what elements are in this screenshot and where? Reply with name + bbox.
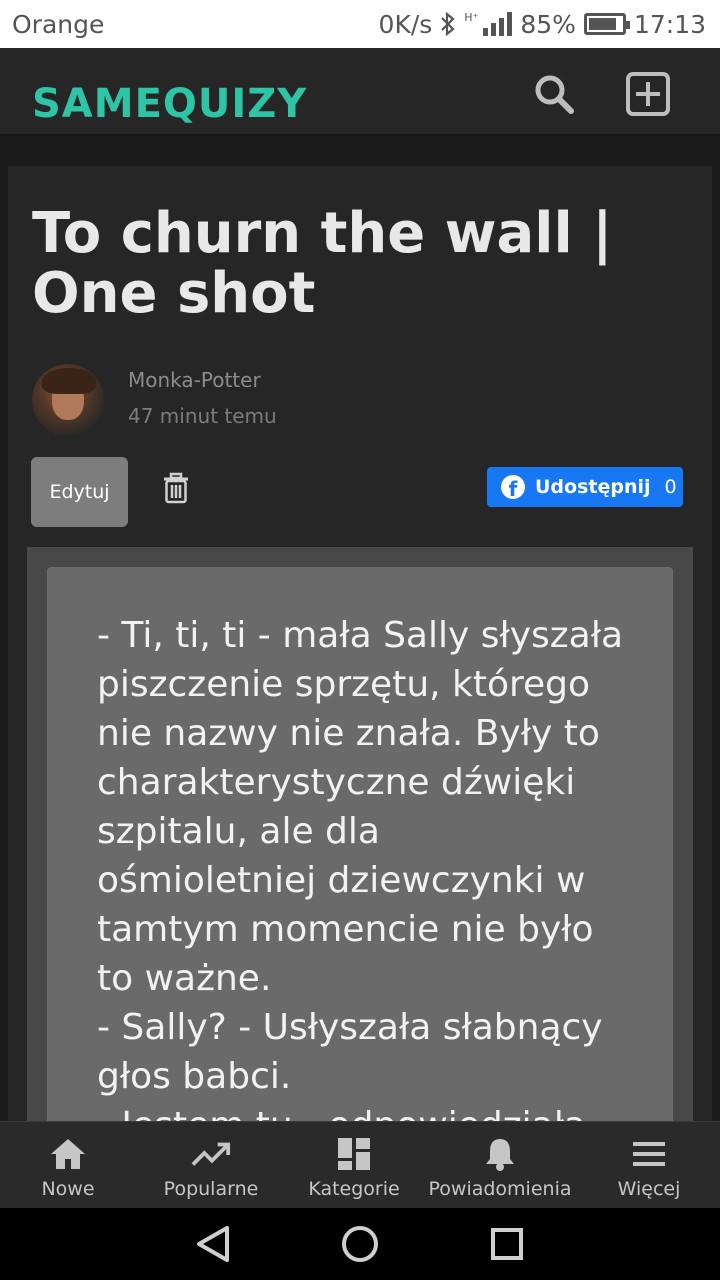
add-quiz-button[interactable] bbox=[624, 70, 672, 118]
nav-label-powiadomienia: Powiadomienia bbox=[428, 1178, 572, 1200]
post-time: 47 minut temu bbox=[128, 404, 277, 428]
post-card: To churn the wall | One shot Monka-Potte… bbox=[8, 166, 712, 1126]
system-nav-bar bbox=[0, 1208, 720, 1280]
story-box: - Ti, ti, ti - mała Sally słyszała piszc… bbox=[47, 567, 673, 1126]
back-button[interactable] bbox=[189, 1220, 237, 1268]
clock: 17:13 bbox=[633, 9, 706, 39]
post-title: To churn the wall | One shot bbox=[32, 201, 613, 326]
bluetooth-icon bbox=[441, 11, 455, 37]
bottom-nav: Nowe Popularne Kategorie Powiadomienia W… bbox=[0, 1121, 720, 1208]
story-container[interactable]: - Ti, ti, ti - mała Sally słyszała piszc… bbox=[27, 547, 693, 1126]
trending-icon bbox=[191, 1142, 231, 1166]
nav-item-popularne[interactable]: Popularne bbox=[136, 1122, 286, 1208]
home-circle-icon bbox=[341, 1226, 378, 1262]
nav-label-wiecej: Więcej bbox=[617, 1178, 681, 1200]
nav-label-kategorie: Kategorie bbox=[308, 1178, 400, 1200]
facebook-share-button[interactable]: f Udostępnij 0 bbox=[487, 467, 683, 507]
search-button[interactable] bbox=[530, 70, 578, 118]
recents-button[interactable] bbox=[483, 1220, 531, 1268]
search-icon bbox=[535, 75, 574, 114]
story-text: - Ti, ti, ti - mała Sally słyszała piszc… bbox=[97, 615, 624, 1126]
battery-icon bbox=[583, 13, 630, 35]
edit-button[interactable]: Edytuj bbox=[31, 457, 128, 527]
home-button[interactable] bbox=[336, 1220, 384, 1268]
home-icon bbox=[51, 1139, 85, 1169]
author-avatar[interactable] bbox=[32, 364, 104, 436]
nav-item-powiadomienia[interactable]: Powiadomienia bbox=[422, 1122, 578, 1208]
recents-icon bbox=[490, 1228, 523, 1260]
nav-item-nowe[interactable]: Nowe bbox=[0, 1122, 136, 1208]
author-name[interactable]: Monka-Potter bbox=[128, 368, 261, 392]
nav-item-wiecej[interactable]: Więcej bbox=[578, 1122, 720, 1208]
share-label: Udostępnij bbox=[535, 476, 651, 498]
facebook-icon: f bbox=[501, 475, 525, 499]
menu-icon bbox=[633, 1142, 665, 1166]
trash-icon bbox=[164, 472, 188, 504]
bell-icon bbox=[486, 1139, 514, 1171]
add-box-icon bbox=[626, 72, 670, 116]
net-speed: 0K/s bbox=[378, 9, 433, 39]
status-bar: Orange 0K/s H⁺ 85% 17:13 bbox=[0, 0, 720, 48]
nav-label-popularne: Popularne bbox=[163, 1178, 259, 1200]
carrier: Orange bbox=[12, 9, 105, 39]
delete-button[interactable] bbox=[162, 472, 190, 504]
categories-icon bbox=[338, 1138, 370, 1170]
nav-item-kategorie[interactable]: Kategorie bbox=[286, 1122, 422, 1208]
app-header: SAME QUIZY bbox=[0, 48, 720, 136]
back-icon bbox=[197, 1226, 230, 1262]
battery-percent: 85% bbox=[520, 9, 576, 39]
samequizy-logo[interactable]: SAME QUIZY bbox=[32, 54, 307, 134]
status-icons: 0K/s H⁺ 85% 17:13 bbox=[379, 10, 706, 39]
nav-label-nowe: Nowe bbox=[41, 1178, 95, 1200]
share-count: 0 bbox=[664, 476, 677, 498]
signal-icon: H⁺ bbox=[464, 12, 513, 36]
